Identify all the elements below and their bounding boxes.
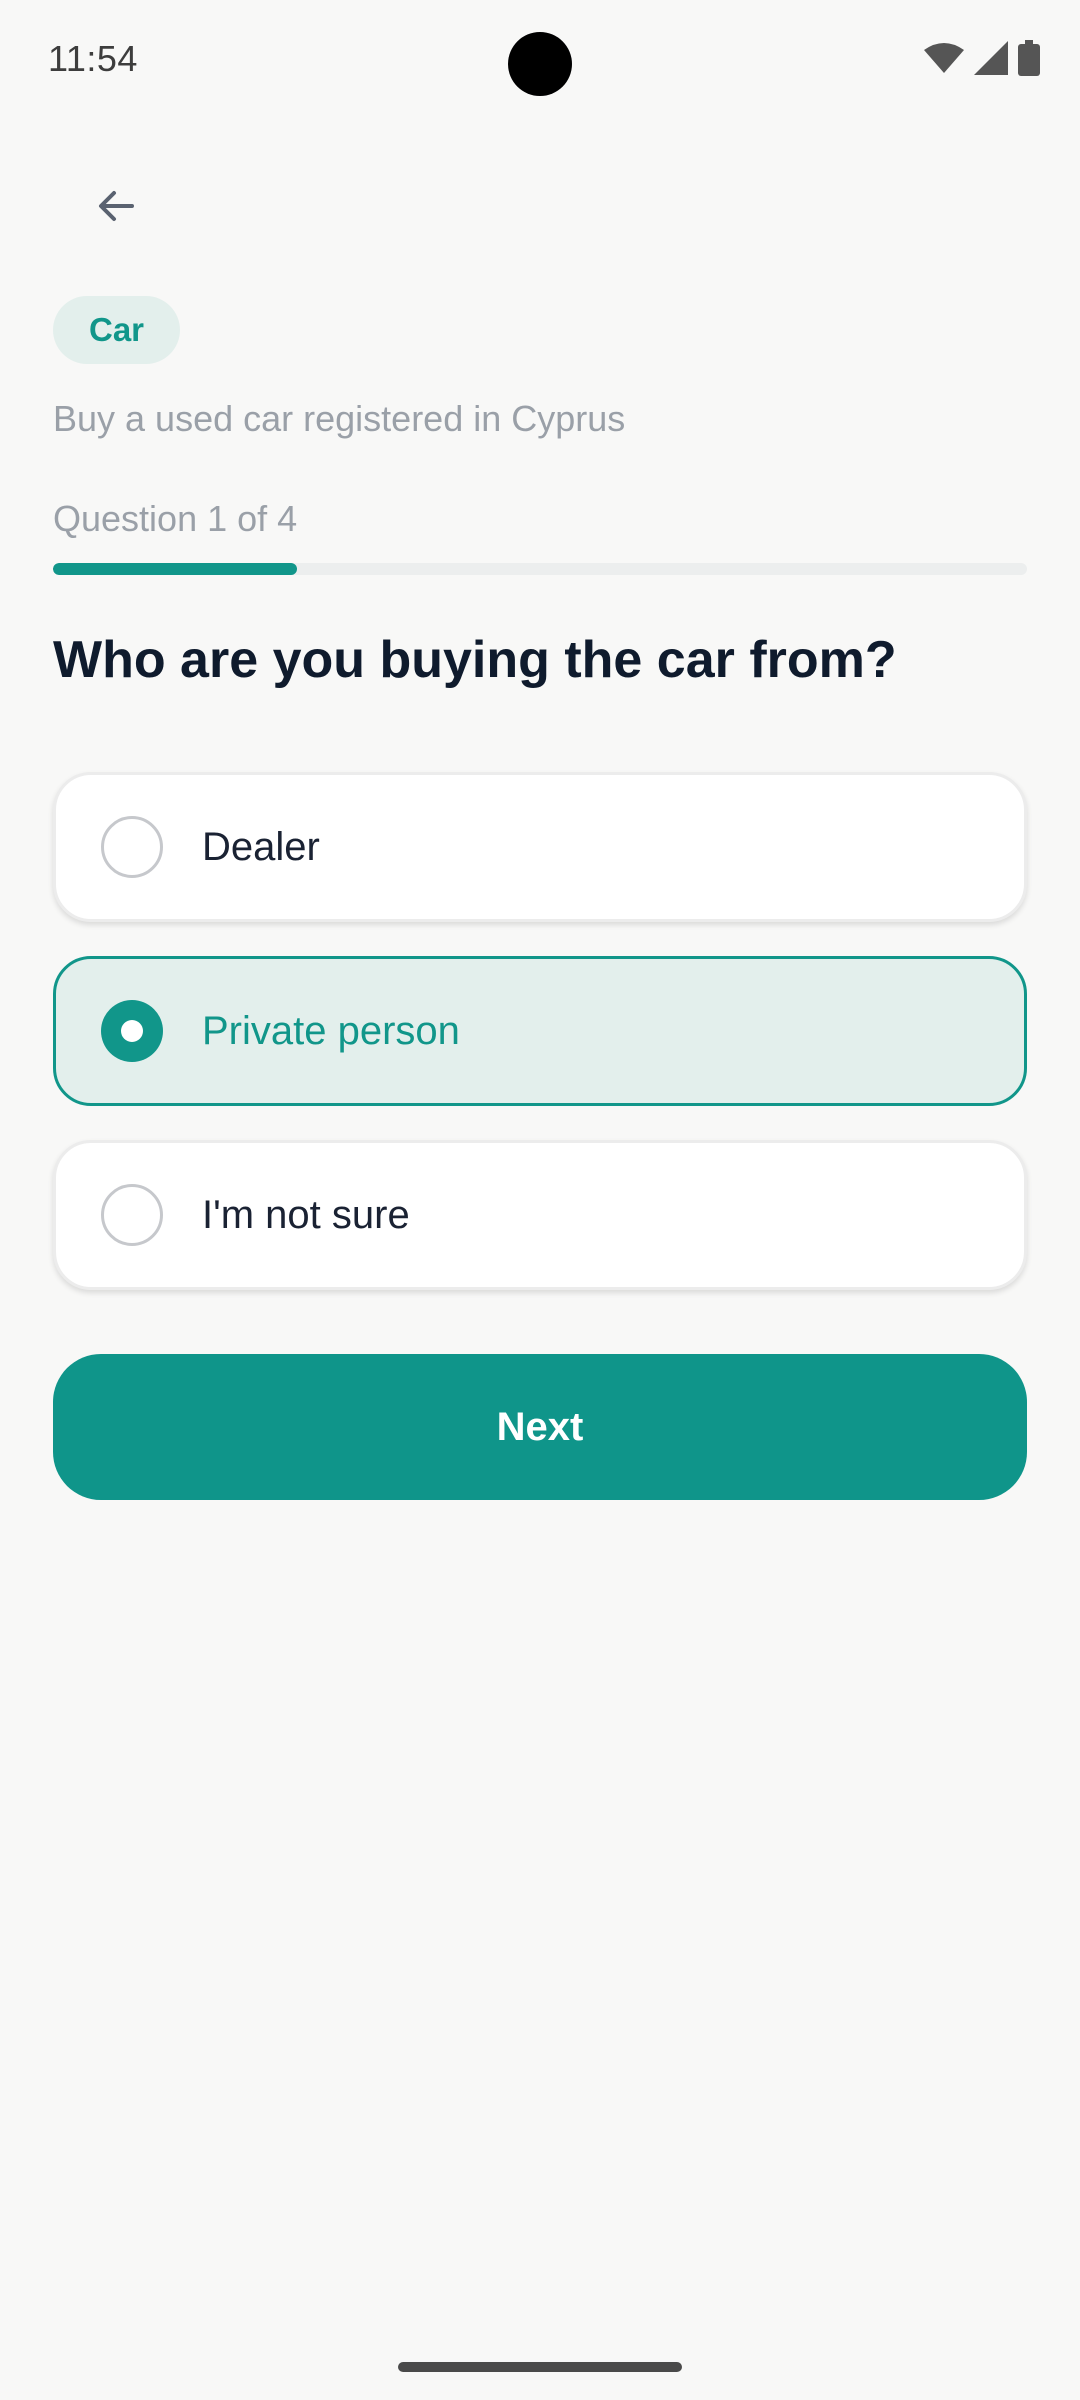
radio-button[interactable] (101, 816, 163, 878)
option-label: Dealer (202, 824, 320, 869)
back-button[interactable] (76, 168, 156, 248)
question-counter: Question 1 of 4 (53, 498, 298, 539)
radio-button[interactable] (101, 1184, 163, 1246)
radio-dot (121, 1020, 143, 1042)
arrow-left-icon (92, 182, 140, 235)
status-time: 11:54 (48, 38, 138, 79)
wifi-icon (924, 42, 964, 74)
answer-options: Dealer Private person I'm not sure (53, 772, 1027, 1324)
home-indicator[interactable] (398, 2362, 682, 2372)
option-label: I'm not sure (202, 1192, 410, 1237)
option-private-person[interactable]: Private person (53, 956, 1027, 1106)
status-bar: 11:54 (0, 0, 1080, 120)
cellular-signal-icon (974, 41, 1008, 75)
camera-cutout (508, 32, 572, 96)
next-button[interactable]: Next (53, 1354, 1027, 1500)
option-label: Private person (202, 1008, 460, 1053)
battery-icon (1018, 40, 1040, 76)
radio-button[interactable] (101, 1000, 163, 1062)
option-not-sure[interactable]: I'm not sure (53, 1140, 1027, 1290)
option-dealer[interactable]: Dealer (53, 772, 1027, 922)
progress-bar (53, 563, 1027, 575)
screen: 11:54 Car Buy a used car registered in C… (0, 0, 1080, 2400)
status-icons (924, 40, 1040, 76)
progress-bar-fill (53, 563, 297, 575)
question-title: Who are you buying the car from? (53, 631, 897, 689)
category-chip: Car (53, 296, 181, 364)
service-subtitle: Buy a used car registered in Cyprus (53, 398, 626, 439)
